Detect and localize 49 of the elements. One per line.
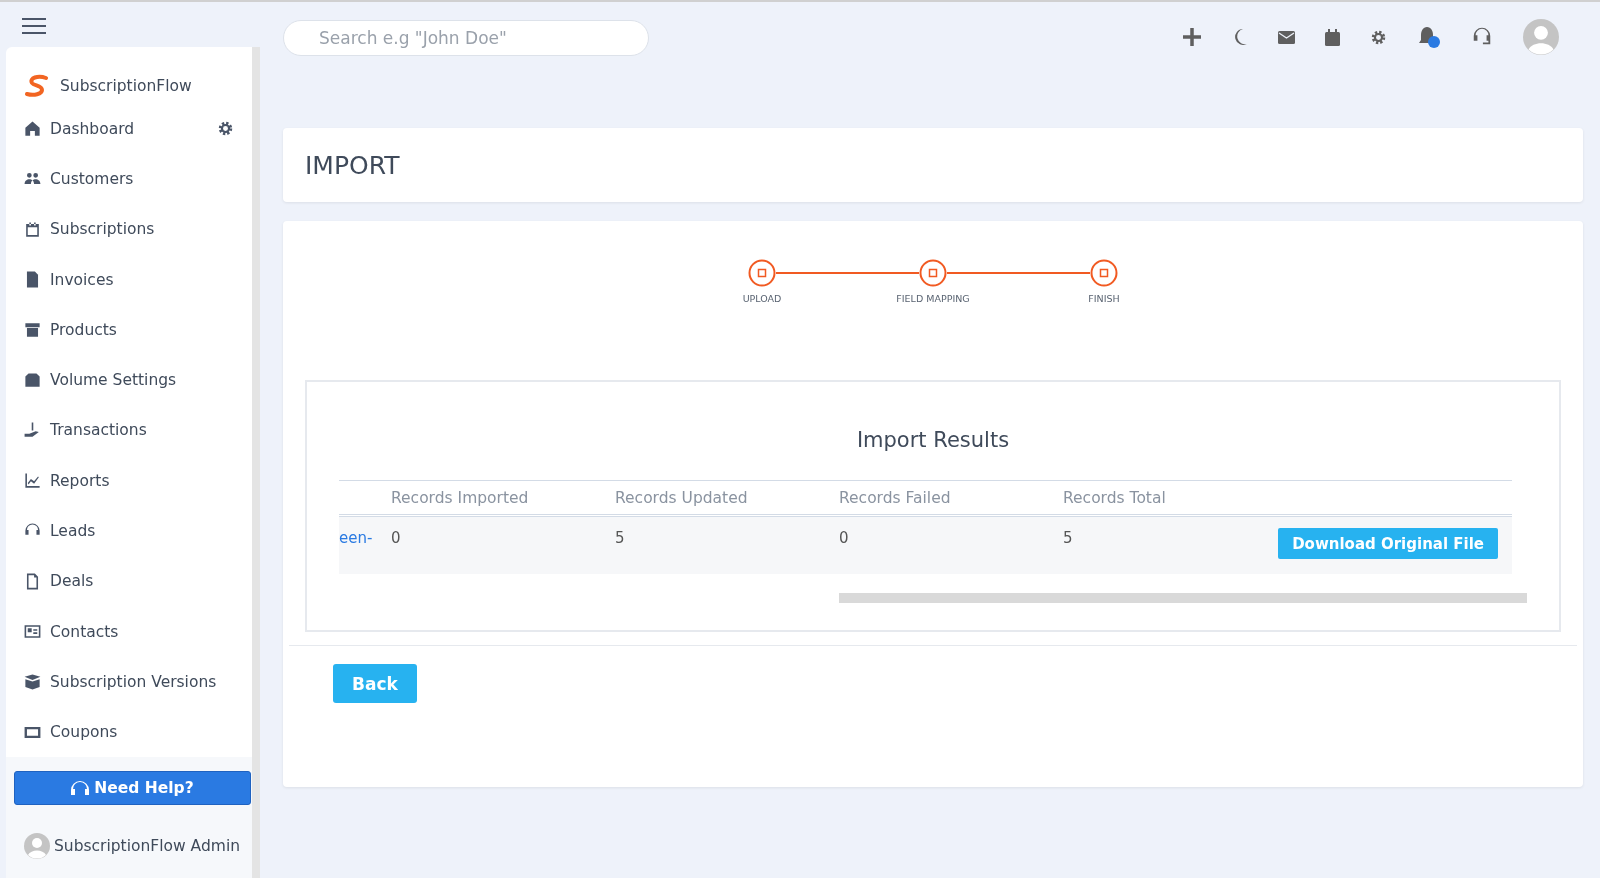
headset-icon (71, 781, 90, 796)
settings-icon[interactable] (1370, 28, 1387, 46)
sidebar-item[interactable]: Subscription Versions (6, 656, 252, 708)
sidebar-item[interactable]: Dashboard (6, 103, 252, 154)
settings-icon[interactable] (217, 120, 234, 138)
table-cell: 5 (1063, 529, 1073, 547)
bell-icon[interactable] (1417, 25, 1441, 49)
column-header: Records Failed (839, 488, 951, 507)
step-label: UPLOAD (742, 293, 782, 304)
search-field[interactable]: Search e.g "John Doe" (283, 20, 649, 56)
user-name: SubscriptionFlow Admin (54, 837, 240, 856)
menu-icon[interactable] (22, 18, 46, 34)
page-title: IMPORT (305, 150, 400, 180)
step-label: FINISH (1088, 293, 1120, 304)
table-cell: 5 (615, 529, 625, 547)
table-cell: 0 (391, 529, 401, 547)
sidebar-item[interactable]: Products (6, 304, 252, 355)
results-title: Import Results (855, 427, 1011, 452)
calendar-icon[interactable] (1325, 28, 1340, 46)
menu-item-icon (23, 119, 42, 139)
column-header: Records Imported (391, 488, 529, 507)
menu-item-icon (23, 219, 42, 239)
logo-icon (24, 74, 50, 99)
brand-name: SubscriptionFlow (60, 77, 192, 96)
mail-icon[interactable] (1278, 30, 1295, 44)
menu-item-icon (23, 672, 42, 692)
sidebar-item[interactable]: Subscriptions (6, 204, 252, 255)
sidebar-item[interactable]: Deals (6, 556, 252, 607)
column-header: Records Total (1063, 488, 1166, 507)
moon-icon[interactable] (1232, 28, 1248, 46)
need-help-button[interactable]: Need Help? (14, 771, 251, 806)
sidebar-item[interactable]: Coupons (6, 707, 252, 758)
menu-item-icon (23, 370, 42, 390)
sidebar-item[interactable]: Leads (6, 505, 252, 557)
avatar-icon (24, 833, 50, 860)
table-cell: 0 (839, 529, 849, 547)
file-link[interactable]: een- (339, 529, 373, 547)
column-header: Records Updated (615, 488, 748, 507)
sidebar-item[interactable]: Volume Settings (6, 355, 252, 406)
scrollbar-thumb[interactable] (839, 593, 1527, 603)
sidebar-item[interactable]: Invoices (6, 254, 252, 305)
plus-icon[interactable] (1182, 27, 1202, 47)
menu-item-icon (23, 320, 42, 340)
sidebar-item[interactable]: Reports (6, 455, 252, 506)
step-label: FIELD MAPPING (896, 293, 970, 304)
sidebar-item[interactable]: Transactions (6, 405, 252, 456)
menu-item-icon (23, 471, 42, 491)
sidebar-item[interactable]: Contacts (6, 606, 252, 657)
sidebar-item[interactable]: Customers (6, 153, 252, 205)
